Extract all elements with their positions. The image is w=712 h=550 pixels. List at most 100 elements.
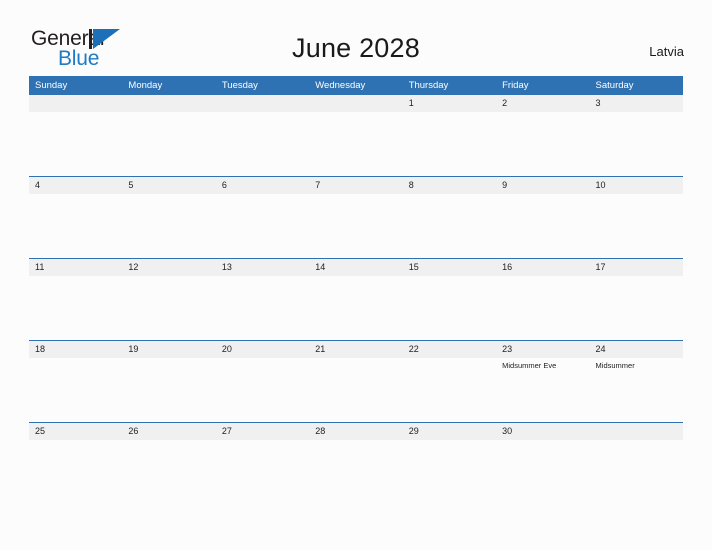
day-cell-20[interactable] xyxy=(216,358,309,422)
day-number-empty xyxy=(309,95,402,112)
day-number-25[interactable]: 25 xyxy=(29,423,122,440)
day-cell-empty xyxy=(29,112,122,176)
day-number-7[interactable]: 7 xyxy=(309,177,402,194)
day-cell-19[interactable] xyxy=(122,358,215,422)
week-event-band xyxy=(29,440,683,462)
day-number-15[interactable]: 15 xyxy=(403,259,496,276)
holiday-label: Midsummer Eve xyxy=(502,361,557,370)
day-cell-9[interactable] xyxy=(496,194,589,258)
day-number-23[interactable]: 23 xyxy=(496,341,589,358)
day-cell-27[interactable] xyxy=(216,440,309,462)
day-number-13[interactable]: 13 xyxy=(216,259,309,276)
day-cell-5[interactable] xyxy=(122,194,215,258)
day-number-empty xyxy=(29,95,122,112)
day-cell-25[interactable] xyxy=(29,440,122,462)
day-cell-1[interactable] xyxy=(403,112,496,176)
day-number-21[interactable]: 21 xyxy=(309,341,402,358)
day-cell-14[interactable] xyxy=(309,276,402,340)
week-event-band xyxy=(29,112,683,176)
week-event-band xyxy=(29,194,683,258)
day-number-14[interactable]: 14 xyxy=(309,259,402,276)
week-date-band: 18 19 20 21 22 23 24 xyxy=(29,340,683,358)
day-number-12[interactable]: 12 xyxy=(122,259,215,276)
day-number-22[interactable]: 22 xyxy=(403,341,496,358)
calendar-week-row: 4 5 6 7 8 9 10 xyxy=(29,176,683,258)
day-number-6[interactable]: 6 xyxy=(216,177,309,194)
day-cell-11[interactable] xyxy=(29,276,122,340)
calendar-grid: Sunday Monday Tuesday Wednesday Thursday Frid… xyxy=(29,76,683,462)
day-number-17[interactable]: 17 xyxy=(590,259,683,276)
day-cell-26[interactable] xyxy=(122,440,215,462)
weekday-header-wednesday: Wednesday xyxy=(315,80,366,91)
day-cell-28[interactable] xyxy=(309,440,402,462)
day-cell-empty xyxy=(216,112,309,176)
day-number-11[interactable]: 11 xyxy=(29,259,122,276)
day-cell-3[interactable] xyxy=(590,112,683,176)
day-number-10[interactable]: 10 xyxy=(590,177,683,194)
day-number-4[interactable]: 4 xyxy=(29,177,122,194)
calendar-week-row: 25 26 27 28 29 30 xyxy=(29,422,683,462)
holiday-label: Midsummer xyxy=(595,361,635,370)
week-date-band: 11 12 13 14 15 16 17 xyxy=(29,258,683,276)
day-cell-12[interactable] xyxy=(122,276,215,340)
day-number-29[interactable]: 29 xyxy=(403,423,496,440)
day-cell-22[interactable] xyxy=(403,358,496,422)
weekday-header-thursday: Thursday xyxy=(408,80,449,91)
day-cell-empty xyxy=(122,112,215,176)
day-cell-16[interactable] xyxy=(496,276,589,340)
country-label: Latvia xyxy=(649,44,684,59)
day-number-empty xyxy=(216,95,309,112)
day-number-30[interactable]: 30 xyxy=(496,423,589,440)
day-number-2[interactable]: 2 xyxy=(496,95,589,112)
day-cell-8[interactable] xyxy=(403,194,496,258)
day-cell-17[interactable] xyxy=(590,276,683,340)
weekday-header-monday: Monday xyxy=(128,80,163,91)
day-number-empty xyxy=(122,95,215,112)
day-number-19[interactable]: 19 xyxy=(122,341,215,358)
day-cell-15[interactable] xyxy=(403,276,496,340)
day-cell-empty xyxy=(309,112,402,176)
calendar-weeks: 1 2 3 4 5 6 7 8 9 10 11 12 13 14 15 16 17 18 19 20 21 22 23 24 M… xyxy=(29,95,683,462)
day-number-18[interactable]: 18 xyxy=(29,341,122,358)
day-number-3[interactable]: 3 xyxy=(590,95,683,112)
calendar-week-row: 18 19 20 21 22 23 24 Midsummer Eve Midsummer xyxy=(29,340,683,422)
day-number-26[interactable]: 26 xyxy=(122,423,215,440)
day-cell-2[interactable] xyxy=(496,112,589,176)
day-cell-empty xyxy=(590,440,683,462)
day-cell-21[interactable] xyxy=(309,358,402,422)
day-cell-24[interactable]: Midsummer xyxy=(590,358,683,422)
day-cell-13[interactable] xyxy=(216,276,309,340)
calendar-week-row: 123 xyxy=(29,95,683,176)
day-number-9[interactable]: 9 xyxy=(496,177,589,194)
weekday-header-tuesday: Tuesday xyxy=(221,80,258,91)
weekday-header-saturday: Saturday xyxy=(595,80,634,91)
day-cell-4[interactable] xyxy=(29,194,122,258)
day-cell-30[interactable] xyxy=(496,440,589,462)
day-cell-29[interactable] xyxy=(403,440,496,462)
day-number-27[interactable]: 27 xyxy=(216,423,309,440)
weekday-header-friday: Friday xyxy=(502,80,529,91)
day-number-5[interactable]: 5 xyxy=(122,177,215,194)
day-cell-18[interactable] xyxy=(29,358,122,422)
weekday-header-row: Sunday Monday Tuesday Wednesday Thursday Frid… xyxy=(29,76,683,95)
calendar-week-row: 11 12 13 14 15 16 17 xyxy=(29,258,683,340)
week-date-band: 123 xyxy=(29,95,683,112)
page-header: General Blue June 2028 Latvia xyxy=(0,0,712,74)
day-number-20[interactable]: 20 xyxy=(216,341,309,358)
day-cell-6[interactable] xyxy=(216,194,309,258)
day-cell-7[interactable] xyxy=(309,194,402,258)
day-number-8[interactable]: 8 xyxy=(403,177,496,194)
week-event-band: Midsummer Eve Midsummer xyxy=(29,358,683,422)
weekday-header-sunday: Sunday xyxy=(35,80,68,91)
day-number-empty xyxy=(590,423,683,440)
day-number-16[interactable]: 16 xyxy=(496,259,589,276)
day-cell-10[interactable] xyxy=(590,194,683,258)
week-event-band xyxy=(29,276,683,340)
week-date-band: 25 26 27 28 29 30 xyxy=(29,422,683,440)
day-number-24[interactable]: 24 xyxy=(590,341,683,358)
week-date-band: 4 5 6 7 8 9 10 xyxy=(29,176,683,194)
day-number-1[interactable]: 1 xyxy=(403,95,496,112)
page-title: June 2028 xyxy=(292,33,420,63)
day-cell-23[interactable]: Midsummer Eve xyxy=(496,358,589,422)
day-number-28[interactable]: 28 xyxy=(309,423,402,440)
